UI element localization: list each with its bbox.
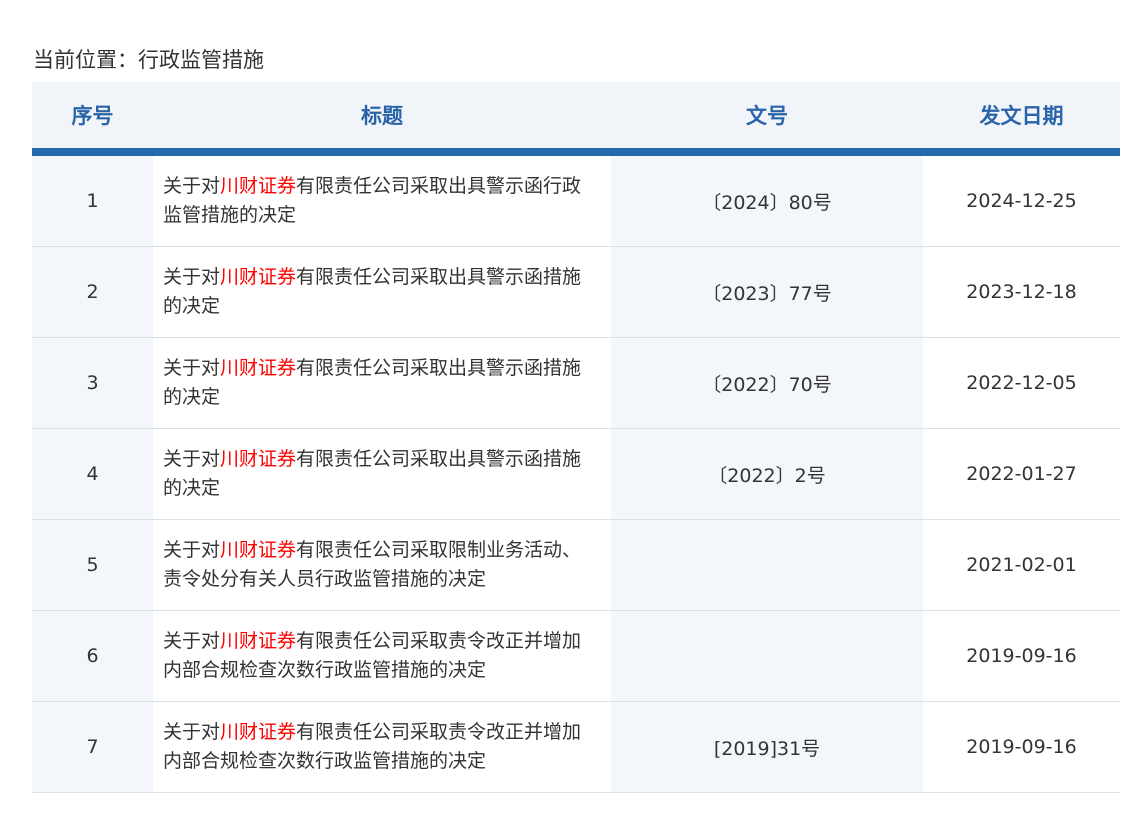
row-index: 2: [32, 246, 153, 338]
row-index: 7: [32, 701, 153, 793]
row-index: 5: [32, 519, 153, 611]
row-date: 2022-12-05: [923, 337, 1120, 429]
title-prefix: 关于对: [163, 448, 221, 470]
row-title-link[interactable]: 关于对川财证券有限责任公司采取出具警示函行政监管措施的决定: [153, 152, 611, 247]
header-index: 序号: [32, 82, 153, 156]
title-highlight: 川财证券: [220, 175, 297, 197]
row-doc-no: [611, 610, 923, 702]
row-date: 2019-09-16: [923, 701, 1120, 793]
row-doc-no: 〔2024〕80号: [611, 152, 923, 247]
breadcrumb: 当前位置：行政监管措施: [33, 48, 264, 72]
row-doc-no: [2019]31号: [611, 701, 923, 793]
row-doc-no: [611, 519, 923, 611]
row-date: 2022-01-27: [923, 428, 1120, 520]
row-index: 3: [32, 337, 153, 429]
title-highlight: 川财证券: [220, 539, 297, 561]
row-title-link[interactable]: 关于对川财证券有限责任公司采取限制业务活动、责令处分有关人员行政监管措施的决定: [153, 519, 611, 611]
title-highlight: 川财证券: [220, 630, 297, 652]
row-title-link[interactable]: 关于对川财证券有限责任公司采取出具警示函措施的决定: [153, 337, 611, 429]
table-row: 5 关于对川财证券有限责任公司采取限制业务活动、责令处分有关人员行政监管措施的决定…: [32, 519, 1120, 611]
row-doc-no: 〔2022〕2号: [611, 428, 923, 520]
row-title-link[interactable]: 关于对川财证券有限责任公司采取出具警示函措施的决定: [153, 428, 611, 520]
row-date: 2021-02-01: [923, 519, 1120, 611]
title-highlight: 川财证券: [220, 721, 297, 743]
title-prefix: 关于对: [163, 721, 221, 743]
measures-table: 序号 标题 文号 发文日期 1 关于对川财证券有限责任公司采取出具警示函行政监管措…: [32, 82, 1120, 793]
row-index: 1: [32, 152, 153, 247]
table-row: 2 关于对川财证券有限责任公司采取出具警示函措施的决定 〔2023〕77号 2023-…: [32, 246, 1120, 338]
table-row: 7 关于对川财证券有限责任公司采取责令改正并增加内部合规检查次数行政监管措施的决定…: [32, 701, 1120, 793]
row-title-link[interactable]: 关于对川财证券有限责任公司采取出具警示函措施的决定: [153, 246, 611, 338]
title-prefix: 关于对: [163, 357, 221, 379]
title-highlight: 川财证券: [220, 266, 297, 288]
row-index: 6: [32, 610, 153, 702]
table-row: 3 关于对川财证券有限责任公司采取出具警示函措施的决定 〔2022〕70号 2022-…: [32, 337, 1120, 429]
title-prefix: 关于对: [163, 266, 221, 288]
row-date: 2019-09-16: [923, 610, 1120, 702]
header-doc-no: 文号: [611, 82, 923, 156]
row-doc-no: 〔2023〕77号: [611, 246, 923, 338]
header-date: 发文日期: [923, 82, 1120, 156]
title-prefix: 关于对: [163, 175, 221, 197]
row-date: 2023-12-18: [923, 246, 1120, 338]
table-row: 6 关于对川财证券有限责任公司采取责令改正并增加内部合规检查次数行政监管措施的决定…: [32, 610, 1120, 702]
title-prefix: 关于对: [163, 539, 221, 561]
row-doc-no: 〔2022〕70号: [611, 337, 923, 429]
table-row: 1 关于对川财证券有限责任公司采取出具警示函行政监管措施的决定 〔2024〕80号 2…: [32, 152, 1120, 247]
title-prefix: 关于对: [163, 630, 221, 652]
row-index: 4: [32, 428, 153, 520]
table-row: 4 关于对川财证券有限责任公司采取出具警示函措施的决定 〔2022〕2号 2022-0…: [32, 428, 1120, 520]
row-title-link[interactable]: 关于对川财证券有限责任公司采取责令改正并增加内部合规检查次数行政监管措施的决定: [153, 701, 611, 793]
title-highlight: 川财证券: [220, 448, 297, 470]
table-header-row: 序号 标题 文号 发文日期: [32, 82, 1120, 156]
title-highlight: 川财证券: [220, 357, 297, 379]
row-date: 2024-12-25: [923, 152, 1120, 247]
header-title: 标题: [153, 82, 611, 156]
row-title-link[interactable]: 关于对川财证券有限责任公司采取责令改正并增加内部合规检查次数行政监管措施的决定: [153, 610, 611, 702]
